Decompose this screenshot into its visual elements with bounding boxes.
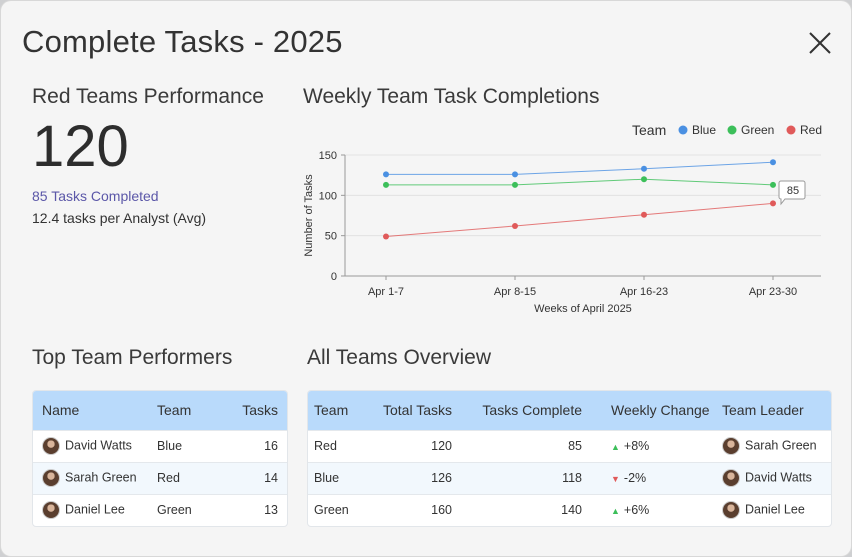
avatar — [42, 437, 60, 455]
data-point-blue[interactable] — [512, 171, 518, 178]
close-icon[interactable] — [805, 28, 835, 58]
performer-tasks: 14 — [264, 471, 278, 485]
legend-item-blue[interactable]: Blue — [692, 123, 716, 137]
total-tasks: 120 — [431, 439, 452, 453]
overview-table: Team Total Tasks Tasks Complete Weekly C… — [307, 390, 832, 527]
avatar — [722, 501, 740, 520]
team-name: Green — [314, 503, 349, 518]
legend-marker-green — [727, 125, 737, 135]
tooltip-value: 85 — [787, 185, 799, 197]
x-tick-label: Apr 23-30 — [749, 286, 797, 298]
top-performers-heading: Top Team Performers — [32, 346, 233, 369]
data-point-red[interactable] — [770, 200, 776, 207]
table-row[interactable]: Daniel Lee Green 13 — [33, 494, 287, 526]
performer-team: Green — [157, 503, 192, 518]
kpi-completed: 85 Tasks Completed — [32, 188, 159, 204]
data-point-blue[interactable] — [641, 165, 647, 172]
team-leader: David Watts — [745, 470, 812, 485]
table-row[interactable]: Blue 126 118 ▼ -2% David Watts — [308, 462, 831, 494]
table-row[interactable]: David Watts Blue 16 — [33, 430, 287, 462]
table-row[interactable]: Red 120 85 ▲ +8% Sarah Green — [308, 430, 831, 462]
data-point-red[interactable] — [641, 211, 647, 218]
team-leader: Daniel Lee — [745, 502, 805, 517]
col-team[interactable]: Team — [156, 391, 229, 430]
performer-team: Blue — [157, 439, 183, 453]
series-line-blue — [386, 161, 774, 175]
data-point-blue[interactable] — [770, 159, 776, 166]
x-axis-label: Weeks of April 2025 — [534, 303, 632, 315]
kpi-value: 120 — [32, 114, 129, 179]
chart-title: Weekly Team Task Completions — [303, 85, 600, 108]
weekly-change: +6% — [623, 503, 650, 518]
avatar — [42, 469, 60, 487]
col-tasks[interactable]: Tasks — [229, 391, 287, 430]
col-team-leader[interactable]: Team Leader — [721, 391, 831, 430]
weekly-change: -2% — [623, 471, 647, 485]
table-row[interactable]: Sarah Green Red 14 — [33, 462, 287, 494]
data-point-green[interactable] — [512, 181, 518, 188]
x-tick-label: Apr 8-15 — [494, 286, 536, 298]
weekly-change: +8% — [623, 439, 650, 453]
arrow-up-icon: ▲ — [611, 506, 620, 517]
total-tasks: 126 — [431, 471, 452, 485]
data-point-blue[interactable] — [383, 171, 389, 178]
y-tick-label: 0 — [331, 271, 337, 283]
legend-item-red[interactable]: Red — [800, 123, 822, 137]
legend-item-green[interactable]: Green — [741, 123, 774, 137]
series-line-green — [386, 178, 774, 186]
data-point-red[interactable] — [383, 233, 389, 240]
col-tasks-complete[interactable]: Tasks Complete — [453, 391, 583, 430]
x-tick-label: Apr 1-7 — [368, 286, 404, 298]
kpi-average: 12.4 tasks per Analyst (Avg) — [32, 210, 207, 226]
data-point-red[interactable] — [512, 222, 518, 229]
performer-name: Sarah Green — [65, 470, 137, 485]
y-tick-label: 50 — [325, 231, 337, 243]
line-chart: 0 50 100 150 Apr 1-7 Apr 8-15 Apr 16-23 Apr 23-… — [303, 122, 822, 315]
col-total-tasks[interactable]: Total Tasks — [368, 391, 453, 430]
legend-title: Team — [632, 122, 666, 138]
overview-heading: All Teams Overview — [307, 346, 491, 369]
avatar — [722, 437, 740, 455]
data-point-green[interactable] — [383, 181, 389, 188]
col-name[interactable]: Name — [33, 391, 156, 430]
performer-name: David Watts — [65, 438, 132, 453]
tasks-complete: 85 — [568, 439, 582, 453]
team-name: Red — [314, 439, 337, 453]
complete-tasks-dialog: Complete Tasks - 2025 Red Teams Performa… — [1, 1, 851, 556]
x-tick-label: Apr 16-23 — [620, 286, 668, 298]
dialog-title: Complete Tasks - 2025 — [22, 24, 343, 59]
data-point-green[interactable] — [770, 181, 776, 188]
arrow-up-icon: ▲ — [611, 442, 620, 452]
legend-marker-red — [786, 125, 796, 135]
data-point-green[interactable] — [641, 176, 647, 183]
total-tasks: 160 — [431, 503, 452, 518]
avatar — [42, 501, 60, 520]
performer-name: Daniel Lee — [65, 502, 125, 517]
team-leader: Sarah Green — [745, 438, 817, 453]
team-name: Blue — [314, 471, 340, 485]
y-tick-label: 150 — [319, 150, 337, 162]
col-team[interactable]: Team — [308, 391, 368, 430]
y-tick-label: 100 — [319, 190, 337, 202]
performer-tasks: 16 — [264, 439, 278, 453]
table-row[interactable]: Green 160 140 ▲ +6% Daniel Lee — [308, 494, 831, 526]
top-performers-table: Name Team Tasks David Watts Blue 16 Sara… — [32, 390, 288, 527]
series-line-red — [385, 202, 774, 237]
y-axis-label: Number of Tasks — [303, 174, 315, 257]
arrow-down-icon: ▼ — [611, 474, 620, 484]
tasks-complete: 118 — [562, 471, 582, 485]
performer-tasks: 13 — [264, 503, 278, 518]
avatar — [722, 469, 740, 487]
performer-team: Red — [157, 471, 180, 485]
kpi-heading: Red Teams Performance — [32, 85, 264, 108]
col-weekly-change[interactable]: Weekly Change — [583, 391, 721, 430]
legend-marker-blue — [678, 125, 688, 135]
tasks-complete: 140 — [561, 503, 582, 518]
